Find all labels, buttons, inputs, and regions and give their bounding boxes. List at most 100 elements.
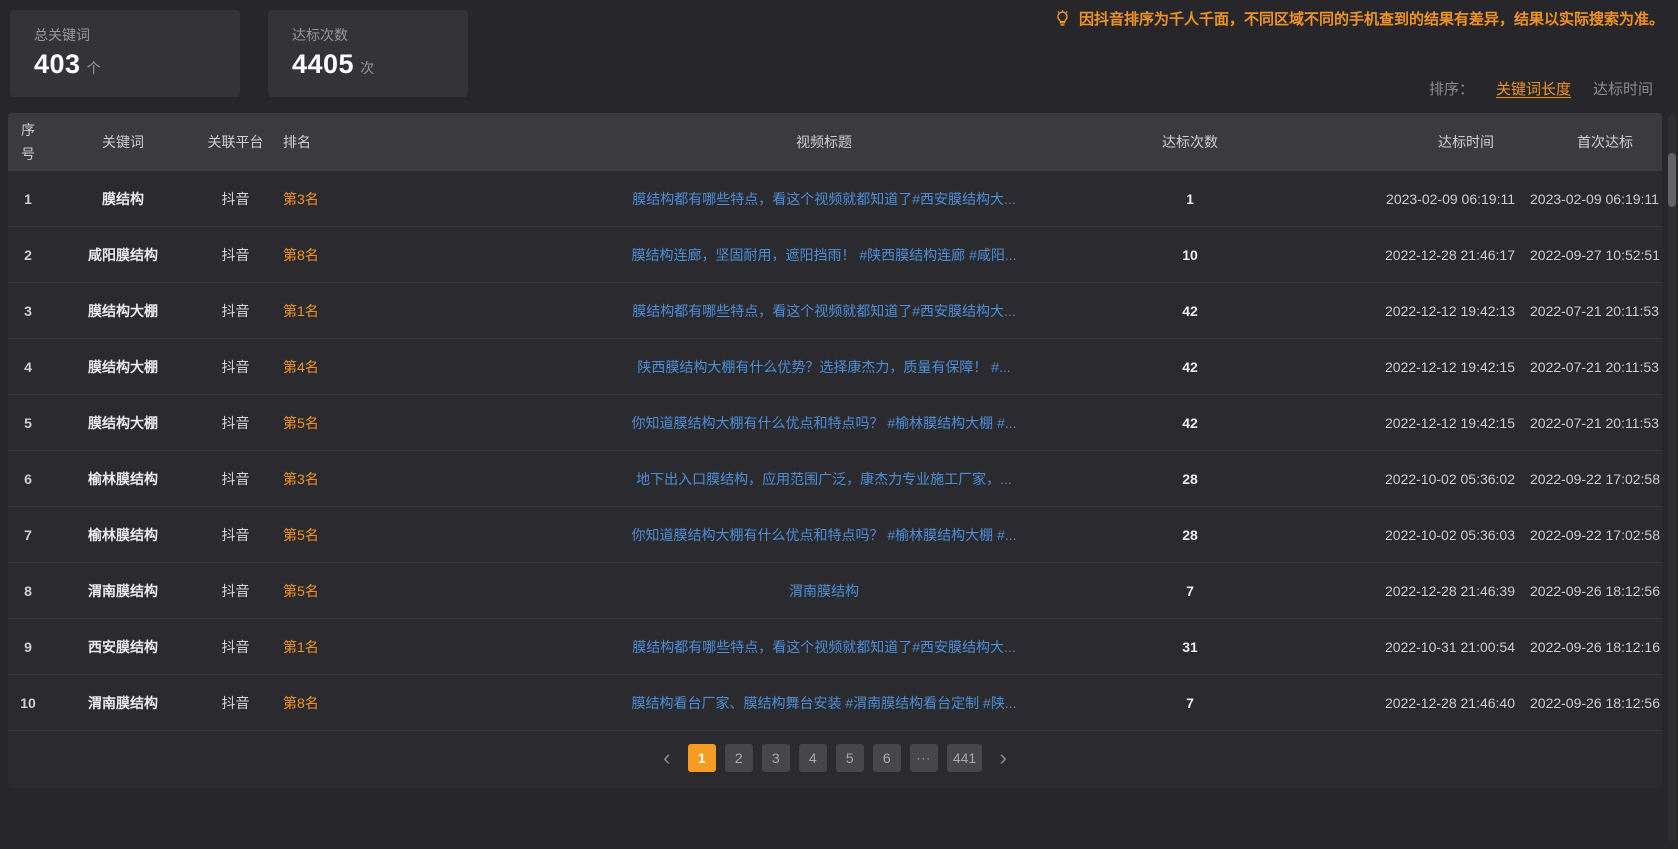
- row-keyword-cell: 渭南膜结构: [48, 581, 198, 601]
- video-title-link[interactable]: 地下出入口膜结构，应用范围广泛，康杰力专业施工厂家，...: [636, 471, 1012, 487]
- row-index-cell: 8: [8, 583, 48, 599]
- page-button-5[interactable]: 5: [836, 744, 864, 772]
- page-button-4[interactable]: 4: [799, 744, 827, 772]
- row-reach-time-cell: 2022-12-12 19:42:15: [1270, 415, 1530, 431]
- row-title-cell: 膜结构都有哪些特点，看这个视频就都知道了#西安膜结构大...: [538, 301, 1110, 321]
- row-keyword-cell: 膜结构大棚: [48, 357, 198, 377]
- page-button-3[interactable]: 3: [762, 744, 790, 772]
- row-title-cell: 你知道膜结构大棚有什么优点和特点吗？ #榆林膜结构大棚 #...: [538, 413, 1110, 433]
- keyword-table: 序号 关键词 关联平台 排名 视频标题 达标次数 达标时间 首次达标 1膜结构抖…: [8, 113, 1662, 788]
- video-title-link[interactable]: 膜结构看台厂家、膜结构舞台安装 #渭南膜结构看台定制 #陕...: [631, 695, 1016, 711]
- row-rank-cell: 第1名: [273, 301, 538, 321]
- stat-card-total-keywords: 总关键词 403个: [10, 10, 240, 97]
- sort-option-reach-time[interactable]: 达标时间: [1593, 78, 1653, 99]
- row-first-reach-cell: 2022-07-21 20:11:53: [1530, 359, 1662, 375]
- table-row: 5膜结构大棚抖音第5名你知道膜结构大棚有什么优点和特点吗？ #榆林膜结构大棚 #…: [8, 395, 1662, 451]
- video-title-link[interactable]: 膜结构都有哪些特点，看这个视频就都知道了#西安膜结构大...: [632, 639, 1015, 655]
- row-rank-cell: 第5名: [273, 525, 538, 545]
- scrollbar-track[interactable]: [1668, 115, 1676, 841]
- row-keyword-cell: 膜结构大棚: [48, 301, 198, 321]
- page-button-2[interactable]: 2: [725, 744, 753, 772]
- row-title-cell: 膜结构都有哪些特点，看这个视频就都知道了#西安膜结构大...: [538, 637, 1110, 657]
- column-header-reach-count: 达标次数: [1110, 132, 1270, 152]
- column-header-rank: 排名: [273, 132, 538, 152]
- page-button-6[interactable]: 6: [873, 744, 901, 772]
- row-keyword-cell: 膜结构大棚: [48, 413, 198, 433]
- row-first-reach-cell: 2022-09-27 10:52:51: [1530, 247, 1662, 263]
- chevron-left-icon[interactable]: ‹: [655, 745, 679, 771]
- pagination-ellipsis[interactable]: ···: [910, 744, 938, 772]
- video-title-link[interactable]: 膜结构都有哪些特点，看这个视频就都知道了#西安膜结构大...: [632, 303, 1015, 319]
- pagination: ‹ 123456 ··· 441 ›: [8, 744, 1662, 772]
- stat-value-row: 4405次: [292, 49, 468, 80]
- table-row: 10渭南膜结构抖音第8名膜结构看台厂家、膜结构舞台安装 #渭南膜结构看台定制 #…: [8, 675, 1662, 731]
- row-index-cell: 4: [8, 359, 48, 375]
- sort-label: 排序：: [1429, 78, 1474, 99]
- table-row: 4膜结构大棚抖音第4名陕西膜结构大棚有什么优势？选择康杰力，质量有保障！ #..…: [8, 339, 1662, 395]
- row-rank-cell: 第8名: [273, 245, 538, 265]
- table-row: 6榆林膜结构抖音第3名地下出入口膜结构，应用范围广泛，康杰力专业施工厂家，...…: [8, 451, 1662, 507]
- row-rank-cell: 第3名: [273, 189, 538, 209]
- video-title-link[interactable]: 你知道膜结构大棚有什么优点和特点吗？ #榆林膜结构大棚 #...: [631, 527, 1016, 543]
- row-platform-cell: 抖音: [198, 357, 273, 377]
- page-button-1[interactable]: 1: [688, 744, 716, 772]
- stat-value: 403: [34, 49, 81, 79]
- row-keyword-cell: 西安膜结构: [48, 637, 198, 657]
- stat-unit: 次: [360, 60, 374, 76]
- row-platform-cell: 抖音: [198, 245, 273, 265]
- row-reach-count-cell: 1: [1110, 191, 1270, 207]
- row-keyword-cell: 咸阳膜结构: [48, 245, 198, 265]
- table-row: 3膜结构大棚抖音第1名膜结构都有哪些特点，看这个视频就都知道了#西安膜结构大..…: [8, 283, 1662, 339]
- notice-text: 因抖音排序为千人千面，不同区域不同的手机查到的结果有差异，结果以实际搜索为准。: [1079, 8, 1664, 29]
- row-reach-time-cell: 2022-12-12 19:42:15: [1270, 359, 1530, 375]
- row-first-reach-cell: 2022-09-26 18:12:16: [1530, 639, 1662, 655]
- row-reach-count-cell: 42: [1110, 303, 1270, 319]
- stat-value-row: 403个: [34, 49, 240, 80]
- sort-option-keyword-length[interactable]: 关键词长度: [1496, 78, 1571, 99]
- video-title-link[interactable]: 你知道膜结构大棚有什么优点和特点吗？ #榆林膜结构大棚 #...: [631, 415, 1016, 431]
- stats-cards: 总关键词 403个 达标次数 4405次: [10, 10, 468, 97]
- stat-label: 总关键词: [34, 25, 240, 45]
- row-platform-cell: 抖音: [198, 301, 273, 321]
- row-first-reach-cell: 2022-09-22 17:02:58: [1530, 527, 1662, 543]
- column-header-index: 序号: [8, 118, 48, 166]
- row-platform-cell: 抖音: [198, 581, 273, 601]
- row-rank-cell: 第1名: [273, 637, 538, 657]
- video-title-link[interactable]: 膜结构都有哪些特点，看这个视频就都知道了#西安膜结构大...: [632, 191, 1015, 207]
- row-reach-count-cell: 28: [1110, 527, 1270, 543]
- row-title-cell: 膜结构看台厂家、膜结构舞台安装 #渭南膜结构看台定制 #陕...: [538, 693, 1110, 713]
- row-keyword-cell: 膜结构: [48, 189, 198, 209]
- row-index-cell: 5: [8, 415, 48, 431]
- column-header-keyword: 关键词: [48, 132, 198, 152]
- row-platform-cell: 抖音: [198, 413, 273, 433]
- row-keyword-cell: 榆林膜结构: [48, 469, 198, 489]
- scrollbar-thumb[interactable]: [1668, 153, 1676, 207]
- row-reach-time-cell: 2022-12-28 21:46:17: [1270, 247, 1530, 263]
- row-reach-count-cell: 42: [1110, 415, 1270, 431]
- row-keyword-cell: 榆林膜结构: [48, 525, 198, 545]
- row-reach-time-cell: 2022-10-31 21:00:54: [1270, 639, 1530, 655]
- row-platform-cell: 抖音: [198, 637, 273, 657]
- row-reach-time-cell: 2023-02-09 06:19:11: [1270, 191, 1530, 207]
- video-title-link[interactable]: 渭南膜结构: [789, 583, 859, 599]
- row-reach-count-cell: 31: [1110, 639, 1270, 655]
- row-reach-time-cell: 2022-12-28 21:46:39: [1270, 583, 1530, 599]
- row-first-reach-cell: 2022-09-26 18:12:56: [1530, 695, 1662, 711]
- row-reach-time-cell: 2022-10-02 05:36:03: [1270, 527, 1530, 543]
- stat-label: 达标次数: [292, 25, 468, 45]
- table-row: 9西安膜结构抖音第1名膜结构都有哪些特点，看这个视频就都知道了#西安膜结构大..…: [8, 619, 1662, 675]
- row-reach-count-cell: 7: [1110, 695, 1270, 711]
- sort-bar: 排序： 关键词长度 达标时间: [1429, 78, 1653, 99]
- video-title-link[interactable]: 陕西膜结构大棚有什么优势？选择康杰力，质量有保障！ #...: [637, 359, 1010, 375]
- video-title-link[interactable]: 膜结构连廊，坚固耐用，遮阳挡雨！ #陕西膜结构连廊 #咸阳...: [631, 247, 1016, 263]
- row-reach-time-cell: 2022-12-28 21:46:40: [1270, 695, 1530, 711]
- row-index-cell: 6: [8, 471, 48, 487]
- row-rank-cell: 第3名: [273, 469, 538, 489]
- chevron-right-icon[interactable]: ›: [991, 745, 1015, 771]
- row-first-reach-cell: 2022-09-22 17:02:58: [1530, 471, 1662, 487]
- row-first-reach-cell: 2022-07-21 20:11:53: [1530, 415, 1662, 431]
- table-row: 2咸阳膜结构抖音第8名膜结构连廊，坚固耐用，遮阳挡雨！ #陕西膜结构连廊 #咸阳…: [8, 227, 1662, 283]
- row-first-reach-cell: 2022-09-26 18:12:56: [1530, 583, 1662, 599]
- row-reach-count-cell: 10: [1110, 247, 1270, 263]
- page-button-441[interactable]: 441: [947, 744, 982, 772]
